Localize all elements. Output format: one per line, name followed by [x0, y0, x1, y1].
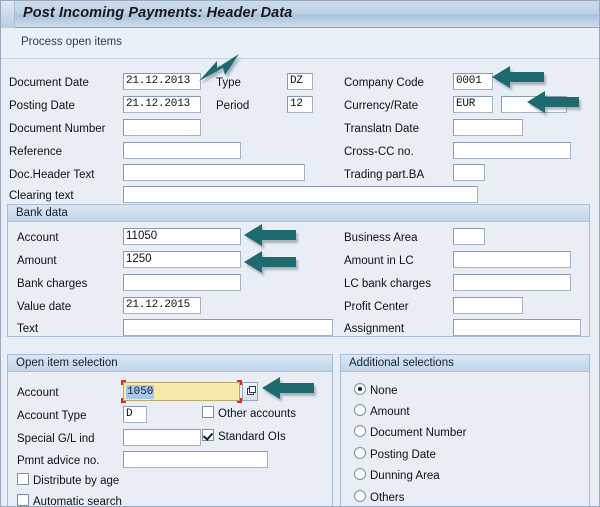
label-business-area: Business Area [344, 232, 418, 244]
subtitle-band: Process open items [1, 28, 599, 59]
value-date-input[interactable]: 21.12.2015 [123, 297, 201, 314]
checkbox-distribute-by-age[interactable] [17, 473, 29, 485]
label-bank-account: Account [17, 232, 59, 244]
label-radio-dunning-area: Dunning Area [370, 470, 440, 482]
label-oi-pmnt-advice: Pmnt advice no. [17, 455, 100, 467]
oi-special-gl-input[interactable] [123, 429, 201, 446]
radio-posting-date[interactable] [354, 447, 366, 459]
label-clearing-text: Clearing text [9, 190, 74, 202]
business-area-input[interactable] [453, 228, 485, 245]
oi-account-value: 1050 [126, 385, 155, 399]
label-document-date: Document Date [9, 77, 89, 89]
label-radio-document-number: Document Number [370, 427, 467, 439]
label-bank-charges: Bank charges [17, 278, 88, 290]
label-radio-amount: Amount [370, 406, 410, 418]
reference-input[interactable] [123, 142, 241, 159]
label-standard-ois: Standard OIs [218, 431, 286, 443]
document-number-input[interactable] [123, 119, 201, 136]
label-radio-others: Others [370, 492, 405, 504]
label-period: Period [216, 100, 250, 112]
focus-corner-bottom-left [121, 398, 126, 403]
matchcode-glyph-front [249, 386, 256, 393]
bank-amount-input[interactable]: 1250 [123, 251, 241, 268]
focus-corner-top-left [121, 380, 126, 385]
label-radio-posting-date: Posting Date [370, 449, 436, 461]
period-input[interactable]: 12 [287, 96, 313, 113]
currency-input[interactable]: EUR [453, 96, 493, 113]
additional-selections-header: Additional selections [341, 355, 589, 372]
radio-none[interactable] [354, 383, 366, 395]
radio-document-number[interactable] [354, 425, 366, 437]
label-oi-account-type: Account Type [17, 410, 87, 422]
checkbox-automatic-search[interactable] [17, 494, 29, 506]
open-item-selection-header: Open item selection [8, 355, 332, 372]
label-distribute-by-age: Distribute by age [33, 475, 120, 487]
document-date-input[interactable]: 21.12.2013 [123, 73, 201, 90]
bank-text-input[interactable] [123, 319, 333, 336]
label-translatn-date: Translatn Date [344, 123, 419, 135]
bank-data-group-title: Bank data [16, 207, 68, 219]
bank-data-group-header: Bank data [8, 205, 589, 222]
page-title: Post Incoming Payments: Header Data [23, 5, 293, 21]
oi-account-type-input[interactable]: D [123, 406, 147, 423]
bank-data-group: Bank data [7, 204, 590, 337]
label-oi-account: Account [17, 387, 59, 399]
label-lc-bank-charges: LC bank charges [344, 278, 431, 290]
trading-part-ba-input[interactable] [453, 164, 485, 181]
label-currency-rate: Currency/Rate [344, 100, 419, 112]
label-posting-date: Posting Date [9, 100, 75, 112]
bank-account-input[interactable]: 11050 [123, 228, 241, 245]
bank-charges-input[interactable] [123, 274, 241, 291]
label-bank-amount: Amount [17, 255, 57, 267]
open-item-selection-title: Open item selection [16, 357, 118, 369]
matchcode-search-help-icon[interactable] [242, 382, 258, 401]
amount-in-lc-input[interactable] [453, 251, 571, 268]
sap-transaction-window: Post Incoming Payments: Header Data Proc… [0, 0, 600, 507]
label-value-date: Value date [17, 301, 72, 313]
oi-pmnt-advice-input[interactable] [123, 451, 268, 468]
window-title-bar: Post Incoming Payments: Header Data [1, 1, 599, 28]
checkbox-standard-ois[interactable] [202, 429, 214, 441]
doc-header-text-input[interactable] [123, 164, 305, 181]
translatn-date-input[interactable] [453, 119, 523, 136]
label-trading-part-ba: Trading part.BA [344, 169, 425, 181]
label-other-accounts: Other accounts [218, 408, 296, 420]
radio-dunning-area[interactable] [354, 468, 366, 480]
oi-account-input[interactable]: 1050 [121, 380, 242, 403]
radio-others[interactable] [354, 490, 366, 502]
clearing-text-input[interactable] [123, 186, 478, 203]
title-accent-bar [1, 1, 15, 28]
label-automatic-search: Automatic search [33, 496, 122, 507]
type-input[interactable]: DZ [287, 73, 313, 90]
assignment-input[interactable] [453, 319, 581, 336]
company-code-input[interactable]: 0001 [453, 73, 493, 90]
arrow-to-oi-account-icon [260, 375, 316, 401]
checkbox-other-accounts[interactable] [202, 406, 214, 418]
label-document-number: Document Number [9, 123, 106, 135]
arrow-to-company-code-icon [490, 64, 546, 90]
arrow-to-document-date-icon [197, 53, 243, 83]
label-amount-in-lc: Amount in LC [344, 255, 414, 267]
label-profit-center: Profit Center [344, 301, 409, 313]
lc-bank-charges-input[interactable] [453, 274, 571, 291]
profit-center-input[interactable] [453, 297, 523, 314]
posting-date-input[interactable]: 21.12.2013 [123, 96, 201, 113]
label-radio-none: None [370, 385, 398, 397]
label-bank-text: Text [17, 323, 39, 335]
subtitle-text: Process open items [21, 36, 122, 48]
additional-selections-title: Additional selections [349, 357, 454, 369]
radio-amount[interactable] [354, 404, 366, 416]
label-oi-special-gl: Special G/L ind [17, 433, 95, 445]
label-doc-header-text: Doc.Header Text [9, 169, 95, 181]
label-reference: Reference [9, 146, 63, 158]
arrow-to-currency-rate-icon [525, 89, 581, 115]
label-assignment: Assignment [344, 323, 405, 335]
arrow-to-bank-amount-icon [242, 249, 298, 275]
label-cross-cc-no: Cross-CC no. [344, 146, 414, 158]
label-company-code: Company Code [344, 77, 424, 89]
cross-cc-no-input[interactable] [453, 142, 571, 159]
arrow-to-bank-account-icon [242, 222, 298, 248]
